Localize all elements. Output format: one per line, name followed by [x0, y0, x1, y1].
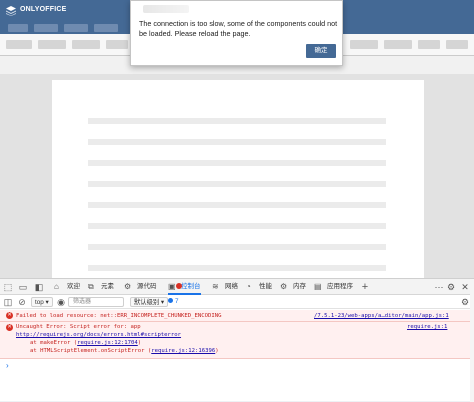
stack-frame: at makeError (require.js:12:1704): [30, 340, 141, 346]
stack-suffix: ): [215, 348, 219, 354]
tab-label: 内存: [293, 283, 306, 290]
tab-console[interactable]: ▣ 控制台: [168, 279, 201, 295]
wifi-icon: ≋: [212, 282, 219, 291]
message-count[interactable]: 7: [168, 297, 179, 307]
app-name: ONLYOFFICE: [20, 6, 67, 13]
stack-link[interactable]: require.js:12:1704: [77, 340, 138, 346]
tab-welcome[interactable]: ⌂ 欢迎: [54, 279, 80, 295]
stack-frame: at HTMLScriptElement.onScriptError (requ…: [30, 348, 219, 354]
clear-console-icon[interactable]: ⊘: [17, 297, 27, 307]
console-prompt-icon[interactable]: ›: [6, 361, 9, 370]
source-link[interactable]: /7.5.1-23/web-apps/a…ditor/main/app.js:1: [314, 313, 449, 319]
loading-line: [88, 244, 386, 250]
eye-icon[interactable]: ◉: [56, 297, 66, 307]
toolbar-placeholder: [38, 40, 66, 49]
error-badge: [176, 283, 182, 289]
devtools-panel: ⬚ ▭ ◧ ⌂ 欢迎 ⧉ 元素 ⚙ 源代码 ▣ 控制台 ≋ 网络 ◔ 性能 ⚙ 内存 ▤ 应用程…: [0, 278, 474, 402]
ok-button[interactable]: 确定: [306, 44, 336, 58]
home-icon: ⌂: [54, 282, 59, 291]
settings-icon[interactable]: ⚙: [446, 282, 456, 292]
loading-line: [88, 181, 386, 187]
blurred-title: [143, 5, 189, 13]
tab-label: 应用程序: [327, 283, 353, 290]
add-tab-icon[interactable]: +: [360, 282, 370, 293]
tab-network[interactable]: ≋ 网络: [212, 279, 238, 295]
console-message-row: ✕ Uncaught Error: Script error for: app …: [0, 322, 474, 359]
doc-link[interactable]: http://requirejs.org/docs/errors.html#sc…: [16, 332, 181, 338]
toolbar-placeholder: [6, 40, 32, 49]
tab-placeholder: [8, 24, 28, 32]
tab-label: 欢迎: [67, 283, 80, 290]
toolbar-placeholder: [446, 40, 468, 49]
devtools-tabbar: ⬚ ▭ ◧ ⌂ 欢迎 ⧉ 元素 ⚙ 源代码 ▣ 控制台 ≋ 网络 ◔ 性能 ⚙ 内存 ▤ 应用程…: [0, 279, 474, 295]
levels-value: 默认级别: [134, 299, 160, 306]
sidebar-toggle-icon[interactable]: ◫: [3, 297, 13, 307]
loading-line: [88, 118, 386, 124]
loading-line: [88, 139, 386, 145]
tab-memory[interactable]: ⚙ 内存: [280, 279, 306, 295]
tab-label: 源代码: [137, 283, 157, 290]
console-message-row: ✕ Failed to load resource: net::ERR_INCO…: [0, 310, 474, 322]
tab-elements[interactable]: ⧉ 元素: [88, 279, 114, 295]
tab-placeholder: [34, 24, 58, 32]
toolbar-placeholder: [72, 40, 100, 49]
document-page: [52, 80, 424, 280]
tab-application[interactable]: ▤ 应用程序: [314, 279, 353, 295]
tab-label: 元素: [101, 283, 114, 290]
loading-line: [88, 160, 386, 166]
error-icon: ✕: [6, 324, 13, 331]
console-filter-bar: ◫ ⊘ top ▾ ◉ 筛选器 默认级别 ▾ 7 ⚙: [0, 295, 474, 309]
close-icon[interactable]: ✕: [460, 282, 470, 292]
stack-link[interactable]: require.js:12:16396: [151, 348, 215, 354]
connection-error-dialog: The connection is too slow, some of the …: [130, 0, 343, 66]
error-text: Uncaught Error: Script error for: app: [16, 324, 141, 330]
elements-icon: ⧉: [88, 282, 94, 291]
sources-icon: ⚙: [124, 282, 132, 291]
console-settings-icon[interactable]: ⚙: [460, 297, 470, 307]
onlyoffice-logo-icon: [6, 6, 16, 16]
info-dot-icon: [168, 298, 173, 303]
tab-placeholder: [64, 24, 88, 32]
devtools-scrollbar[interactable]: [470, 279, 474, 402]
tab-sources[interactable]: ⚙ 源代码: [124, 279, 157, 295]
application-icon: ▤: [314, 282, 322, 291]
context-select[interactable]: top ▾: [31, 297, 53, 307]
tab-label: 控制台: [181, 283, 201, 290]
context-value: top: [35, 299, 44, 306]
stack-prefix: at makeError (: [30, 340, 78, 346]
console-icon: ▣: [168, 282, 176, 291]
more-tabs-icon[interactable]: ⋯: [434, 282, 444, 292]
count-value: 7: [175, 298, 179, 305]
tab-label: 性能: [259, 283, 272, 290]
error-icon: ✕: [6, 312, 13, 319]
tab-placeholder: [94, 24, 118, 32]
error-text: Failed to load resource: net::ERR_INCOMP…: [16, 313, 222, 319]
loading-line: [88, 202, 386, 208]
filter-input[interactable]: 筛选器: [68, 297, 124, 307]
levels-select[interactable]: 默认级别 ▾: [130, 297, 169, 307]
device-toolbar-icon[interactable]: ▭: [18, 282, 28, 292]
loading-line: [88, 223, 386, 229]
dock-icon[interactable]: ◧: [34, 282, 44, 292]
source-link[interactable]: require.js:1: [407, 324, 447, 330]
performance-icon: ◔: [246, 282, 251, 291]
dialog-message: The connection is too slow, some of the …: [139, 19, 338, 38]
inspect-icon[interactable]: ⬚: [3, 282, 13, 292]
toolbar-placeholder: [106, 40, 128, 49]
tab-performance[interactable]: ◔ 性能: [246, 279, 272, 295]
loading-line: [88, 265, 386, 271]
toolbar-placeholder: [418, 40, 440, 49]
stack-prefix: at HTMLScriptElement.onScriptError (: [30, 348, 152, 354]
memory-icon: ⚙: [280, 282, 288, 291]
toolbar-placeholder: [384, 40, 412, 49]
toolbar-placeholder: [350, 40, 378, 49]
tab-label: 网络: [225, 283, 238, 290]
stack-suffix: ): [137, 340, 142, 346]
